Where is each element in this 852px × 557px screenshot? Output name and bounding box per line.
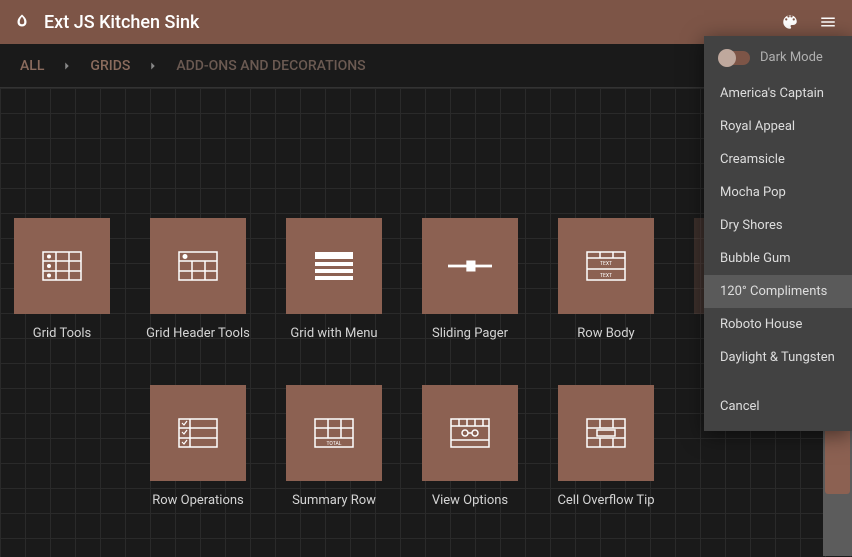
tile-label: Grid with Menu bbox=[290, 326, 377, 341]
tile-row-body[interactable]: TEXT TEXT Row Body bbox=[558, 218, 654, 341]
svg-text:TEXT: TEXT bbox=[600, 273, 612, 279]
tile-view-options[interactable]: View Options bbox=[422, 385, 518, 508]
row-operations-icon bbox=[176, 417, 220, 449]
app-logo bbox=[12, 12, 32, 32]
tile-box: TEXT TEXT bbox=[558, 218, 654, 314]
scrollbar[interactable] bbox=[823, 428, 852, 556]
tile-label: Grid Tools bbox=[33, 326, 92, 341]
tile-cell-overflow-tip[interactable]: Cell Overflow Tip bbox=[558, 385, 654, 508]
tile-box bbox=[422, 385, 518, 481]
page-title: Ext JS Kitchen Sink bbox=[44, 12, 199, 33]
tile-grid-header-tools[interactable]: Grid Header Tools bbox=[150, 218, 246, 341]
grid-menu-icon bbox=[312, 250, 356, 282]
row-body-icon: TEXT TEXT bbox=[584, 250, 628, 282]
theme-menu: Dark Mode America's Captain Royal Appeal… bbox=[704, 36, 852, 431]
breadcrumb-current[interactable]: ADD-ONS AND DECORATIONS bbox=[176, 58, 365, 74]
svg-text:TOTAL: TOTAL bbox=[326, 441, 341, 447]
breadcrumb-all[interactable]: ALL bbox=[20, 58, 44, 74]
tile-box bbox=[150, 385, 246, 481]
cancel-button[interactable]: Cancel bbox=[704, 390, 852, 423]
svg-text:TEXT: TEXT bbox=[600, 261, 612, 267]
tile-box bbox=[14, 218, 110, 314]
theme-item-dry-shores[interactable]: Dry Shores bbox=[704, 209, 852, 242]
breadcrumb-grids[interactable]: GRIDS bbox=[90, 58, 130, 74]
chevron-right-icon bbox=[60, 59, 74, 73]
theme-item-daylight-tungsten[interactable]: Daylight & Tungsten bbox=[704, 341, 852, 374]
dark-mode-row: Dark Mode bbox=[704, 50, 852, 77]
view-options-icon bbox=[448, 417, 492, 449]
tile-box bbox=[286, 218, 382, 314]
grid-tools-icon bbox=[40, 250, 84, 282]
tile-box bbox=[558, 385, 654, 481]
tile-label: Grid Header Tools bbox=[146, 326, 250, 341]
dark-mode-toggle[interactable] bbox=[720, 51, 750, 65]
tile-summary-row[interactable]: TOTAL Summary Row bbox=[286, 385, 382, 508]
tile-label: Row Operations bbox=[152, 493, 244, 508]
tile-label: Summary Row bbox=[292, 493, 376, 508]
header-actions bbox=[778, 10, 840, 34]
theme-item-creamsicle[interactable]: Creamsicle bbox=[704, 143, 852, 176]
menu-icon[interactable] bbox=[816, 10, 840, 34]
slider-icon bbox=[448, 250, 492, 282]
tile-label: Sliding Pager bbox=[432, 326, 508, 341]
palette-icon[interactable] bbox=[778, 10, 802, 34]
scrollbar-thumb[interactable] bbox=[825, 428, 850, 494]
theme-item-royal-appeal[interactable]: Royal Appeal bbox=[704, 110, 852, 143]
tile-label: View Options bbox=[432, 493, 508, 508]
tile-grid-tools[interactable]: Grid Tools bbox=[14, 218, 110, 341]
summary-row-icon: TOTAL bbox=[312, 417, 356, 449]
theme-item-americas-captain[interactable]: America's Captain bbox=[704, 77, 852, 110]
grid-header-tools-icon bbox=[176, 250, 220, 282]
tile-box: TOTAL bbox=[286, 385, 382, 481]
tile-grid-with-menu[interactable]: Grid with Menu bbox=[286, 218, 382, 341]
dark-mode-label: Dark Mode bbox=[760, 50, 823, 65]
theme-item-roboto-house[interactable]: Roboto House bbox=[704, 308, 852, 341]
chevron-right-icon bbox=[146, 59, 160, 73]
toggle-knob bbox=[718, 49, 736, 67]
tile-box bbox=[422, 218, 518, 314]
tile-box bbox=[150, 218, 246, 314]
theme-item-mocha-pop[interactable]: Mocha Pop bbox=[704, 176, 852, 209]
tile-sliding-pager[interactable]: Sliding Pager bbox=[422, 218, 518, 341]
tile-row-operations[interactable]: Row Operations bbox=[150, 385, 246, 508]
menu-divider bbox=[704, 374, 852, 390]
theme-item-120-compliments[interactable]: 120° Compliments bbox=[704, 275, 852, 308]
cell-overflow-icon bbox=[584, 417, 628, 449]
tile-label: Row Body bbox=[577, 326, 634, 341]
tile-label: Cell Overflow Tip bbox=[557, 493, 654, 508]
theme-item-bubble-gum[interactable]: Bubble Gum bbox=[704, 242, 852, 275]
